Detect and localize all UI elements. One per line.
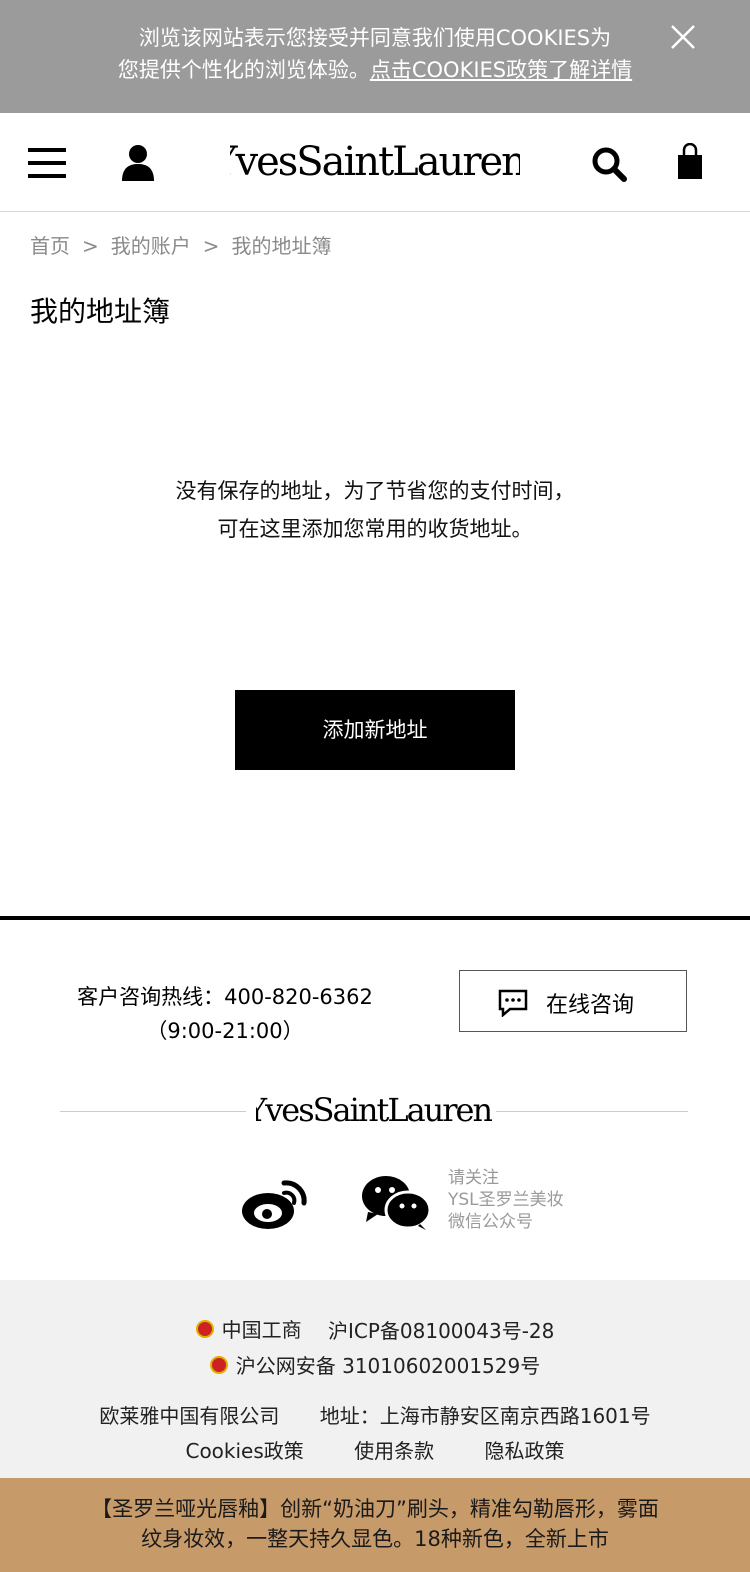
- icp-org[interactable]: 中国工商: [195, 1314, 302, 1343]
- breadcrumb-home[interactable]: 首页: [30, 234, 70, 258]
- account-icon[interactable]: [120, 143, 156, 181]
- company-address: 地址：上海市静安区南京西路1601号: [319, 1404, 651, 1428]
- legal-section: 中国工商 沪ICP备08100043号-28 沪公网安备 31010602001…: [0, 1280, 750, 1478]
- cookie-message: 浏览该网站表示您接受并同意我们使用COOKIES为 您提供个性化的浏览体验。点击…: [40, 22, 710, 86]
- promo-line1: 【圣罗兰哑光唇釉】创新“奶油刀”刷头，精准勾勒唇形，雾面: [91, 1497, 659, 1521]
- footer-brand-logo: YvesSaintLaurent: [256, 1091, 492, 1129]
- police-emblem-icon: [209, 1355, 228, 1374]
- page-title: 我的地址簿: [30, 295, 171, 328]
- promo-line2: 纹身妆效，一整天持久显色。18种新色，全新上市: [141, 1527, 609, 1551]
- cookie-text-line2: 您提供个性化的浏览体验。: [117, 58, 370, 82]
- add-address-button[interactable]: 添加新地址: [235, 690, 515, 770]
- cookie-banner: 浏览该网站表示您接受并同意我们使用COOKIES为 您提供个性化的浏览体验。点击…: [0, 0, 750, 113]
- brand-logo-text: YvesSaintLaurent: [230, 139, 520, 185]
- close-icon[interactable]: [666, 20, 700, 54]
- hotline-label[interactable]: 客户咨询热线：400-820-6362: [40, 980, 410, 1014]
- policy-links: Cookies政策 使用条款 隐私政策: [0, 1435, 750, 1464]
- privacy-policy-link[interactable]: 隐私政策: [485, 1439, 565, 1463]
- wechat-follow-line2: YSL圣罗兰美妆: [448, 1190, 564, 1210]
- online-consult-label: 在线咨询: [546, 993, 635, 1018]
- breadcrumb-account[interactable]: 我的账户: [111, 234, 191, 258]
- police-record-label: 沪公网安备 31010602001529号: [235, 1354, 541, 1378]
- online-consult-button[interactable]: 在线咨询: [459, 970, 687, 1032]
- chat-icon: [498, 989, 528, 1017]
- site-header: YvesSaintLaurent: [0, 113, 750, 212]
- wechat-follow-line3: 微信公众号: [448, 1212, 533, 1232]
- bag-icon[interactable]: [675, 143, 705, 181]
- icp-row: 中国工商 沪ICP备08100043号-28: [0, 1314, 750, 1344]
- cookies-policy-link[interactable]: Cookies政策: [185, 1439, 303, 1463]
- police-record[interactable]: 沪公网安备 31010602001529号: [209, 1350, 541, 1379]
- footer-brand-logo-text: YvesSaintLaurent: [256, 1091, 492, 1129]
- search-icon[interactable]: [590, 145, 628, 183]
- promo-text: 【圣罗兰哑光唇釉】创新“奶油刀”刷头，精准勾勒唇形，雾面 纹身妆效，一整天持久显…: [40, 1494, 710, 1554]
- empty-message-line1: 没有保存的地址，为了节省您的支付时间，: [175, 479, 575, 503]
- footer-divider: [0, 916, 750, 920]
- brand-logo[interactable]: YvesSaintLaurent: [230, 135, 520, 191]
- breadcrumb-address-book: 我的地址簿: [231, 234, 332, 258]
- empty-message-line2: 可在这里添加您常用的收货地址。: [217, 517, 533, 541]
- icp-org-label: 中国工商: [221, 1318, 302, 1342]
- cookie-policy-link[interactable]: 点击COOKIES政策了解详情: [370, 58, 632, 82]
- promo-banner[interactable]: 【圣罗兰哑光唇釉】创新“奶油刀”刷头，精准勾勒唇形，雾面 纹身妆效，一整天持久显…: [0, 1478, 750, 1572]
- terms-link[interactable]: 使用条款: [354, 1439, 434, 1463]
- company-name: 欧莱雅中国有限公司: [99, 1404, 280, 1428]
- breadcrumb-separator: >: [202, 234, 220, 258]
- empty-address-message: 没有保存的地址，为了节省您的支付时间， 可在这里添加您常用的收货地址。: [0, 472, 750, 548]
- breadcrumb-separator: >: [82, 234, 99, 258]
- icp-emblem-icon: [195, 1319, 214, 1338]
- footer-logo-line-right: [496, 1111, 688, 1112]
- hotline-hours: （9:00-21:00）: [146, 1019, 304, 1043]
- police-row: 沪公网安备 31010602001529号: [0, 1350, 750, 1379]
- company-row: 欧莱雅中国有限公司 地址：上海市静安区南京西路1601号: [0, 1400, 750, 1429]
- wechat-follow-text: 请关注 YSL圣罗兰美妆 微信公众号: [448, 1167, 564, 1233]
- footer-logo-line-left: [60, 1111, 246, 1112]
- menu-icon[interactable]: [28, 148, 66, 178]
- hotline: 客户咨询热线：400-820-6362 （9:00-21:00）: [40, 980, 410, 1048]
- wechat-follow-line1: 请关注: [448, 1168, 499, 1188]
- weibo-icon[interactable]: [240, 1175, 308, 1231]
- wechat-icon[interactable]: [360, 1172, 432, 1232]
- cookie-text-line1: 浏览该网站表示您接受并同意我们使用COOKIES为: [138, 26, 612, 50]
- icp-number[interactable]: 沪ICP备08100043号-28: [328, 1319, 554, 1343]
- breadcrumb: 首页 > 我的账户 > 我的地址簿: [30, 230, 332, 259]
